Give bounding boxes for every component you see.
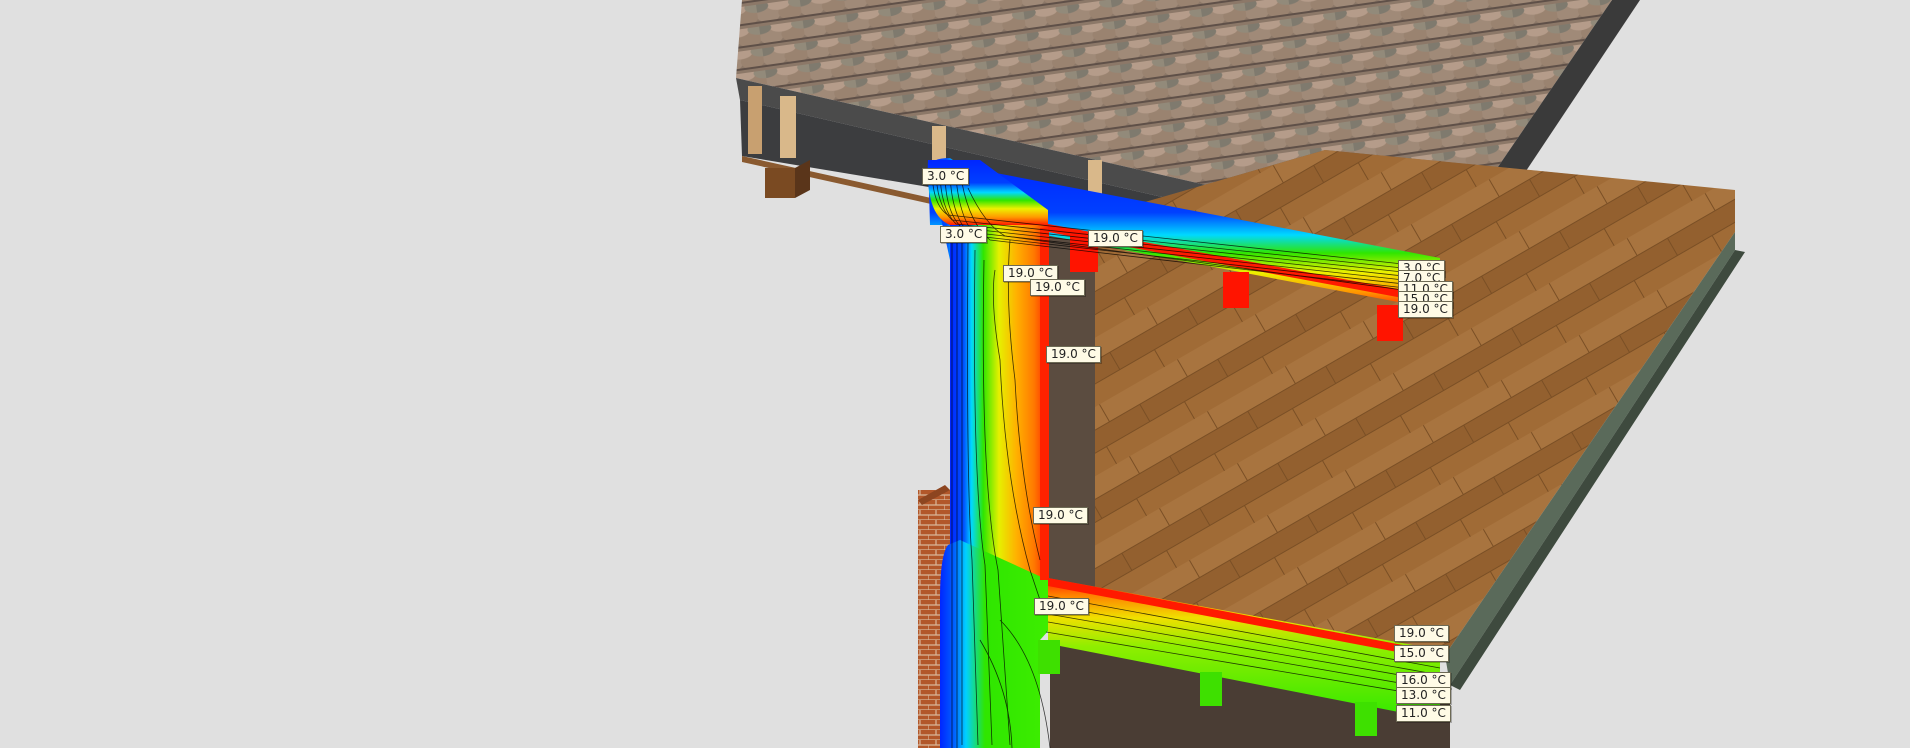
temperature-label: 19.0 °C xyxy=(1030,279,1085,296)
temperature-label: 15.0 °C xyxy=(1394,645,1449,662)
rafter-end-4 xyxy=(1088,160,1102,194)
temperature-label: 3.0 °C xyxy=(940,226,988,243)
temperature-label: 19.0 °C xyxy=(1394,625,1449,642)
temperature-label: 3.0 °C xyxy=(922,168,970,185)
temperature-label: 19.0 °C xyxy=(1033,507,1088,524)
temperature-label: 19.0 °C xyxy=(1034,598,1089,615)
temperature-label: 11.0 °C xyxy=(1396,705,1451,722)
floor-joist-2 xyxy=(1200,672,1222,706)
temperature-label: 13.0 °C xyxy=(1396,687,1451,704)
floor-joist-1 xyxy=(1038,640,1060,674)
temperature-label: 19.0 °C xyxy=(1088,230,1143,247)
ceiling-joist-2 xyxy=(1223,272,1249,308)
roof-beam-side xyxy=(795,160,810,198)
temperature-label: 19.0 °C xyxy=(1046,346,1101,363)
temperature-label: 19.0 °C xyxy=(1398,301,1453,318)
thermal-bridge-diagram xyxy=(736,0,1745,748)
roof-beam xyxy=(765,168,795,198)
rafter-end-1 xyxy=(748,86,762,154)
rafter-end-2 xyxy=(780,96,796,158)
floor-joist-3 xyxy=(1355,702,1377,736)
